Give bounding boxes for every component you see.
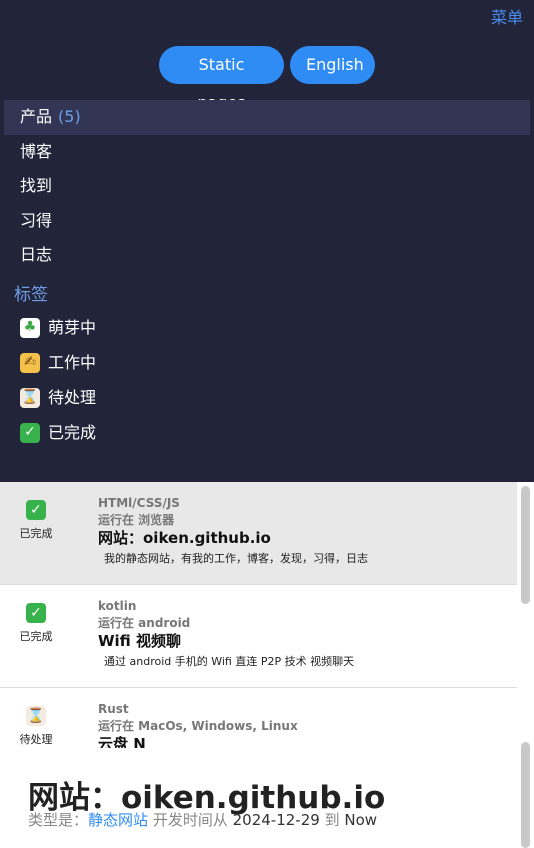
to-word: 到 bbox=[324, 811, 340, 829]
project-tech: Rust bbox=[98, 702, 129, 716]
type-link[interactable]: 静态网站 bbox=[88, 811, 148, 829]
nav-item-label: 博客 bbox=[20, 141, 53, 161]
nav-item-count: (5) bbox=[58, 107, 81, 126]
project-description: 我的静态网站，有我的工作，博客，发现，习得，日志 bbox=[104, 552, 368, 565]
check-mark-icon: ✓ bbox=[26, 603, 46, 623]
nav-item-found[interactable]: 找到 bbox=[4, 169, 530, 204]
project-title: Wifi 视频聊 bbox=[98, 632, 182, 650]
detail-meta: 类型是：静态网站 开发时间从 2024-12-29 到 Now bbox=[28, 809, 377, 830]
end-date: Now bbox=[344, 811, 378, 829]
static-pages-button[interactable]: Static pages bbox=[159, 46, 284, 112]
tag-label: 已完成 bbox=[48, 423, 97, 442]
nav-item-learned[interactable]: 习得 bbox=[4, 204, 530, 239]
project-detail: 网站：oiken.github.io 类型是：静态网站 开发时间从 2024-1… bbox=[0, 742, 534, 848]
seedling-icon: ♣ bbox=[20, 317, 40, 338]
type-prefix: 类型是： bbox=[28, 811, 89, 829]
project-list: ✓ 已完成 HTMl/CSS/JS 运行在 浏览器 网站：oiken.githu… bbox=[0, 482, 534, 748]
project-title: 网站：oiken.github.io bbox=[98, 529, 271, 547]
project-title: 云盘 N bbox=[98, 735, 146, 748]
project-platform: 运行在 浏览器 bbox=[98, 513, 175, 527]
status-label: 已完成 bbox=[19, 527, 53, 540]
menu-link[interactable]: 菜单 bbox=[491, 4, 523, 28]
nav-item-products[interactable]: 产品 (5) bbox=[4, 100, 530, 135]
project-tech: kotlin bbox=[98, 599, 137, 613]
tag-list: ♣ 萌芽中 ✍ 工作中 ⌛ 待处理 ✓ 已完成 bbox=[20, 310, 96, 450]
nav-item-log[interactable]: 日志 bbox=[4, 238, 530, 273]
nav-item-label: 找到 bbox=[20, 176, 53, 195]
writing-hand-icon: ✍ bbox=[20, 352, 40, 373]
tag-label: 待处理 bbox=[48, 388, 97, 407]
tag-item-sprouting[interactable]: ♣ 萌芽中 bbox=[20, 310, 96, 345]
check-mark-icon: ✓ bbox=[26, 500, 46, 520]
tag-label: 萌芽中 bbox=[48, 318, 97, 337]
project-row[interactable]: ✓ 已完成 kotlin 运行在 android Wifi 视频聊 通过 and… bbox=[0, 585, 517, 688]
nav-item-blog[interactable]: 博客 bbox=[4, 135, 530, 170]
status-cell: ✓ 已完成 bbox=[18, 603, 54, 644]
tag-label: 工作中 bbox=[48, 353, 97, 372]
tag-item-done[interactable]: ✓ 已完成 bbox=[20, 415, 96, 450]
start-date: 2024-12-29 bbox=[232, 811, 320, 829]
navigation-panel: 菜单 Static pages English 产品 (5) 博客 找到 习得 日… bbox=[0, 0, 534, 482]
tags-heading: 标签 bbox=[14, 285, 48, 305]
nav-item-label: 产品 bbox=[20, 107, 53, 126]
project-row[interactable]: ✓ 已完成 HTMl/CSS/JS 运行在 浏览器 网站：oiken.githu… bbox=[0, 482, 517, 585]
nav-list: 产品 (5) 博客 找到 习得 日志 bbox=[4, 100, 530, 273]
status-cell: ⌛ 待处理 bbox=[18, 706, 54, 747]
nav-item-label: 习得 bbox=[20, 210, 53, 230]
check-mark-icon: ✓ bbox=[20, 422, 40, 443]
hourglass-icon: ⌛ bbox=[26, 706, 46, 726]
hourglass-icon: ⌛ bbox=[20, 387, 40, 408]
status-cell: ✓ 已完成 bbox=[18, 500, 54, 541]
project-row[interactable]: ⌛ 待处理 Rust 运行在 MacOs, Windows, Linux 云盘 … bbox=[0, 688, 517, 748]
page-scrollbar[interactable] bbox=[521, 742, 530, 848]
nav-item-label: 日志 bbox=[20, 245, 53, 264]
project-platform: 运行在 MacOs, Windows, Linux bbox=[98, 719, 298, 733]
project-description: 通过 android 手机的 Wifi 直连 P2P 技术 视频聊天 bbox=[104, 655, 355, 668]
tag-item-working[interactable]: ✍ 工作中 bbox=[20, 345, 96, 380]
project-tech: HTMl/CSS/JS bbox=[98, 496, 180, 510]
pill-row: Static pages English bbox=[0, 46, 534, 112]
status-label: 已完成 bbox=[19, 630, 53, 643]
dev-prefix: 开发时间从 bbox=[152, 811, 228, 829]
list-scrollbar[interactable] bbox=[521, 486, 530, 604]
tag-item-pending[interactable]: ⌛ 待处理 bbox=[20, 380, 96, 415]
status-label: 待处理 bbox=[19, 733, 53, 746]
project-platform: 运行在 android bbox=[98, 616, 191, 630]
language-button[interactable]: English bbox=[290, 46, 375, 84]
